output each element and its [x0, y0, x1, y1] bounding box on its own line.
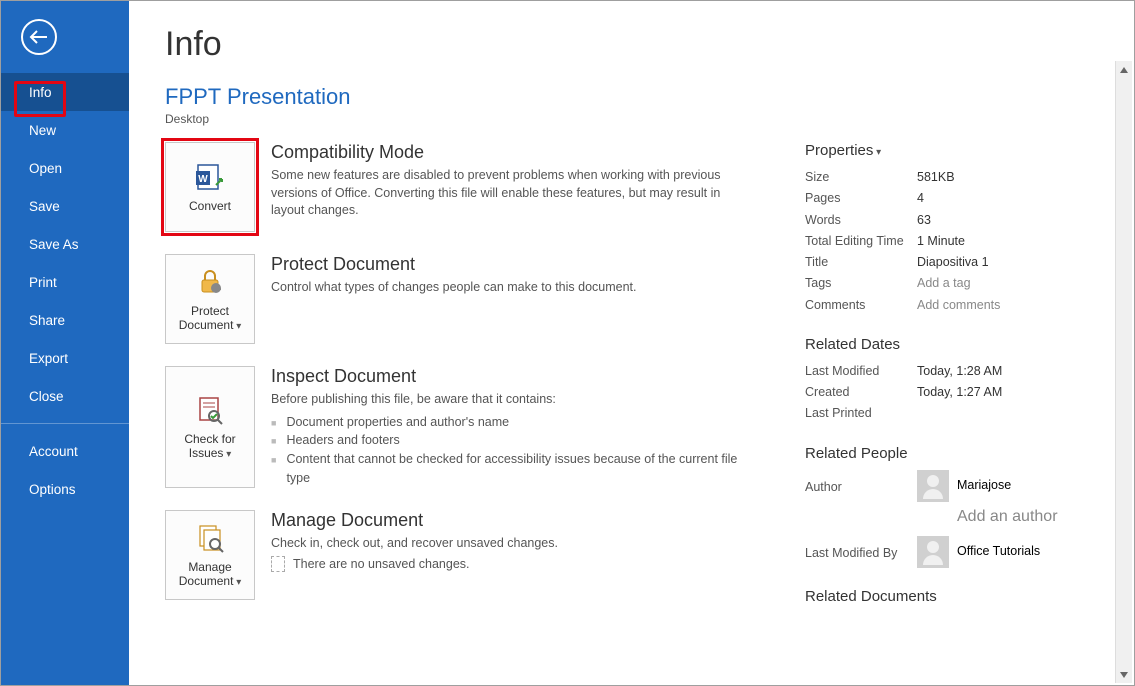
sidebar-separator: [1, 423, 129, 424]
inspect-item: Headers and footers: [271, 431, 751, 450]
scroll-down-arrow[interactable]: [1116, 666, 1132, 683]
backstage-content: Info FPPT Presentation Desktop W Convert…: [129, 1, 1134, 685]
property-row: TagsAdd a tag: [805, 273, 1095, 294]
manage-document-button[interactable]: Manage Document: [165, 510, 255, 600]
related-dates-heading: Related Dates: [805, 336, 1095, 353]
compatibility-heading: Compatibility Mode: [271, 142, 751, 163]
avatar-icon: [917, 536, 949, 568]
sidebar-item-open[interactable]: Open: [1, 149, 129, 187]
info-left-column: W Convert Compatibility Mode Some new fe…: [165, 142, 785, 622]
manage-block: Manage Document Manage Document Check in…: [165, 510, 785, 600]
convert-button[interactable]: W Convert: [165, 142, 255, 232]
manage-button-label: Manage Document: [170, 560, 250, 588]
sidebar-item-new[interactable]: New: [1, 111, 129, 149]
check-issues-label: Check for Issues: [170, 432, 250, 460]
convert-icon: W: [194, 161, 226, 193]
protect-document-button[interactable]: Protect Document: [165, 254, 255, 344]
sidebar-item-print[interactable]: Print: [1, 263, 129, 301]
related-people-heading: Related People: [805, 445, 1095, 462]
author-name[interactable]: Mariajose: [957, 476, 1011, 495]
check-issues-button[interactable]: Check for Issues: [165, 366, 255, 488]
convert-button-label: Convert: [189, 199, 231, 213]
page-title: Info: [165, 25, 1134, 64]
properties-heading[interactable]: Properties: [805, 142, 1095, 159]
vertical-scrollbar[interactable]: [1115, 61, 1132, 683]
info-right-column: Properties Size581KB Pages4 Words63 Tota…: [805, 142, 1095, 622]
sidebar-item-options[interactable]: Options: [1, 470, 129, 508]
compatibility-block: W Convert Compatibility Mode Some new fe…: [165, 142, 785, 232]
related-documents-heading: Related Documents: [805, 588, 1095, 605]
manage-desc: Check in, check out, and recover unsaved…: [271, 535, 558, 553]
property-row: Total Editing Time1 Minute: [805, 231, 1095, 252]
lock-icon: [194, 266, 226, 298]
sidebar-item-account[interactable]: Account: [1, 432, 129, 470]
inspect-block: Check for Issues Inspect Document Before…: [165, 366, 785, 488]
document-title: FPPT Presentation: [165, 84, 1134, 110]
date-row: Last ModifiedToday, 1:28 AM: [805, 361, 1095, 382]
sidebar-item-close[interactable]: Close: [1, 377, 129, 415]
date-row: Last Printed: [805, 403, 1095, 424]
manage-heading: Manage Document: [271, 510, 558, 531]
property-row: TitleDiapositiva 1: [805, 252, 1095, 273]
inspect-heading: Inspect Document: [271, 366, 751, 387]
no-unsaved-changes: There are no unsaved changes.: [271, 556, 558, 572]
protect-block: Protect Document Protect Document Contro…: [165, 254, 785, 344]
sidebar-item-info[interactable]: Info: [1, 73, 129, 111]
property-row: Words63: [805, 210, 1095, 231]
add-author-field[interactable]: Add an author: [957, 508, 1095, 526]
compatibility-desc: Some new features are disabled to preven…: [271, 167, 751, 220]
word-backstage-window: FPPT Presentation.doc [Compatibility Mod…: [0, 0, 1135, 686]
inspect-icon: [194, 394, 226, 426]
author-row: Author Mariajose: [805, 470, 1095, 502]
property-row: Size581KB: [805, 167, 1095, 188]
sidebar-item-save[interactable]: Save: [1, 187, 129, 225]
sidebar-item-saveas[interactable]: Save As: [1, 225, 129, 263]
document-location: Desktop: [165, 112, 1134, 126]
inspect-item: Document properties and author's name: [271, 413, 751, 432]
date-row: CreatedToday, 1:27 AM: [805, 382, 1095, 403]
sidebar-item-share[interactable]: Share: [1, 301, 129, 339]
protect-button-label: Protect Document: [170, 304, 250, 332]
backstage-sidebar: Info New Open Save Save As Print Share E…: [1, 1, 129, 685]
avatar-icon: [917, 470, 949, 502]
modified-by-row: Last Modified By Office Tutorials: [805, 536, 1095, 568]
protect-desc: Control what types of changes people can…: [271, 279, 637, 297]
scroll-up-arrow[interactable]: [1116, 61, 1132, 78]
back-button[interactable]: [21, 19, 57, 55]
inspect-desc: Before publishing this file, be aware th…: [271, 391, 751, 409]
property-row: CommentsAdd comments: [805, 295, 1095, 316]
inspect-item: Content that cannot be checked for acces…: [271, 450, 751, 488]
svg-text:W: W: [198, 174, 208, 185]
property-row: Pages4: [805, 188, 1095, 209]
manage-icon: [194, 522, 226, 554]
modified-by-name[interactable]: Office Tutorials: [957, 542, 1040, 561]
protect-heading: Protect Document: [271, 254, 637, 275]
document-icon: [271, 556, 285, 572]
sidebar-item-export[interactable]: Export: [1, 339, 129, 377]
